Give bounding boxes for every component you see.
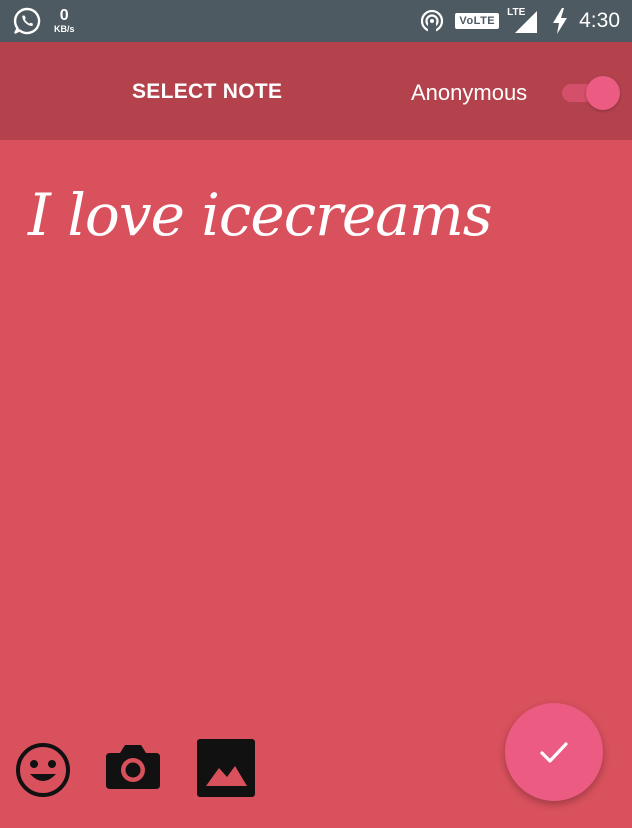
- whatsapp-icon: [12, 6, 42, 36]
- gallery-button[interactable]: [197, 739, 255, 797]
- anonymous-label: Anonymous: [411, 80, 528, 105]
- checkmark-icon: [536, 734, 572, 770]
- select-note-button[interactable]: SELECT NOTE: [132, 79, 282, 105]
- save-note-button[interactable]: [505, 703, 603, 801]
- clock: 4:30: [579, 9, 620, 32]
- hotspot-icon: [419, 8, 445, 34]
- toggle-thumb: [586, 76, 620, 110]
- data-speed-unit: KB/s: [54, 24, 75, 34]
- app-bar: SELECT NOTE Anonymous: [0, 42, 632, 140]
- signal-icon: LTE: [507, 7, 541, 35]
- note-text[interactable]: I love icecreams: [28, 180, 493, 250]
- battery-charging-icon: [551, 7, 569, 35]
- camera-button[interactable]: [104, 741, 162, 791]
- camera-icon: [104, 741, 162, 796]
- anonymous-toggle[interactable]: [560, 75, 622, 111]
- network-speed: 0 KB/s: [54, 8, 75, 34]
- emoji-button[interactable]: [14, 741, 72, 799]
- image-icon: [197, 739, 255, 802]
- emoji-icon: [14, 741, 72, 804]
- data-speed-value: 0: [59, 7, 69, 24]
- volte-badge: VoLTE: [455, 13, 500, 29]
- status-bar: 0 KB/s VoLTE LTE 4:30: [0, 0, 632, 42]
